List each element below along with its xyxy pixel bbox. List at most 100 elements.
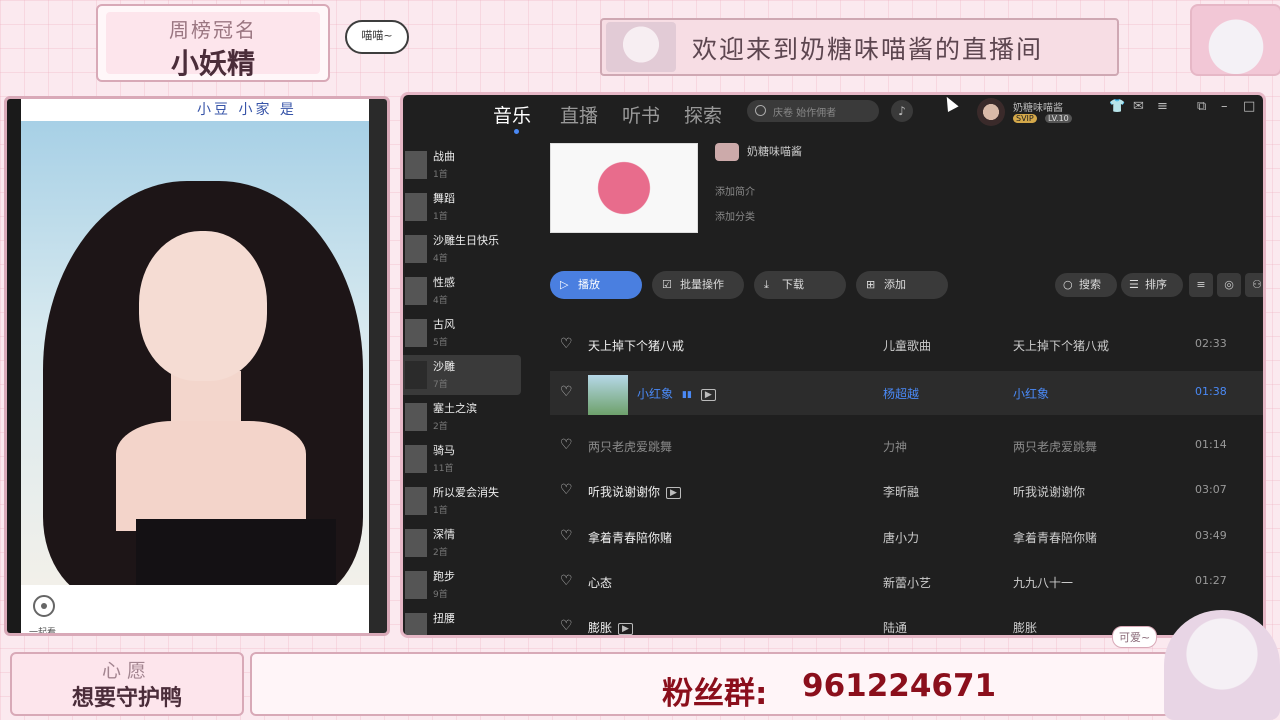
heart-icon[interactable]: ♡ <box>560 336 573 352</box>
song-row[interactable]: ♡ 两只老虎爱跳舞 力神 两只老虎爱跳舞 01:14 <box>550 424 1263 468</box>
weekly-rank-panel: 周榜冠名 小妖精 <box>96 4 330 82</box>
song-album[interactable]: 拿着青春陪你赌 <box>1013 529 1097 546</box>
tab-live[interactable]: 直播 <box>560 101 598 128</box>
mv-icon[interactable]: ▶ <box>666 486 681 499</box>
song-row[interactable]: ♡ 膨胀 ▶ 陆通 膨胀 <box>550 605 1263 635</box>
song-artist[interactable]: 李昕融 <box>883 483 919 500</box>
maximize-icon[interactable]: □ <box>1243 99 1255 114</box>
playlist-count: 1首 <box>433 506 448 516</box>
welcome-banner: 欢迎来到奶糖味喵酱的直播间 <box>600 18 1119 76</box>
search-input[interactable]: 庆卷 始作佣者 <box>747 100 879 122</box>
song-title[interactable]: 听我说谢谢你 ▶ <box>588 483 681 500</box>
song-artist[interactable]: 杨超越 <box>883 385 919 402</box>
song-row[interactable]: ♡ 天上掉下个猪八戒 儿童歌曲 天上掉下个猪八戒 02:33 <box>550 323 1263 367</box>
song-artist[interactable]: 力神 <box>883 438 907 455</box>
search-placeholder: 庆卷 始作佣者 <box>773 108 837 119</box>
song-album[interactable]: 小红象 <box>1013 385 1049 402</box>
microphone-icon[interactable]: ♪ <box>891 100 913 122</box>
add-intro-link[interactable]: 添加简介 <box>715 183 755 198</box>
mv-icon[interactable]: ▶ <box>618 622 633 635</box>
song-title[interactable]: 小红象 ▮▮ ▶ <box>637 385 716 402</box>
song-title[interactable]: 拿着青春陪你赌 <box>588 529 672 546</box>
song-title[interactable]: 天上掉下个猪八戒 <box>588 337 684 354</box>
add-button[interactable]: ⊞ 添加 <box>856 271 948 299</box>
play-button[interactable]: ▷ 播放 <box>550 271 642 299</box>
heart-icon[interactable]: ♡ <box>560 528 573 544</box>
playlist-name: 骑马 <box>433 444 455 457</box>
download-button[interactable]: ⤓ 下载 <box>754 271 846 299</box>
sidebar-playlist-item[interactable]: 扭腰 <box>403 607 543 635</box>
sidebar-playlist-item[interactable]: 战曲 1首 <box>403 145 543 185</box>
song-title[interactable]: 膨胀 ▶ <box>588 619 633 635</box>
rank-name: 小妖精 <box>170 47 255 80</box>
user-avatar[interactable] <box>977 98 1005 126</box>
sidebar-playlist-item[interactable]: 塞土之滨 2首 <box>403 397 543 437</box>
playlist-name: 古风 <box>433 318 455 331</box>
streamer-video <box>21 121 373 601</box>
video-caption: 小豆 小家 是 <box>197 102 297 118</box>
mini-mode-icon[interactable]: ⧉ <box>1197 99 1206 114</box>
shirt-icon[interactable]: 👕 <box>1109 99 1125 114</box>
song-title[interactable]: 心态 <box>588 574 612 591</box>
song-album[interactable]: 九九八十一 <box>1013 574 1073 591</box>
sidebar-playlist-item[interactable]: 沙雕生日快乐 4首 <box>403 229 543 269</box>
heart-icon[interactable]: ♡ <box>560 384 573 400</box>
song-row[interactable]: ♡ 听我说谢谢你 ▶ 李昕融 听我说谢谢你 03:07 <box>550 469 1263 513</box>
song-title-text: 两只老虎爱跳舞 <box>588 440 673 454</box>
sort-button[interactable]: ☰ 排序 <box>1121 273 1183 297</box>
song-row[interactable]: ♡ 心态 新蕾小艺 九九八十一 01:27 <box>550 560 1263 604</box>
sidebar-playlist-item[interactable]: 深情 2首 <box>403 523 543 563</box>
song-album[interactable]: 两只老虎爱跳舞 <box>1013 438 1097 455</box>
sidebar-playlist-item[interactable]: 跑步 9首 <box>403 565 543 605</box>
anime-girl-avatar <box>606 22 676 72</box>
sidebar-playlist-item[interactable]: 沙雕 7首 <box>403 355 521 395</box>
user-filter-icon[interactable]: ⚇ <box>1245 273 1263 297</box>
song-album[interactable]: 听我说谢谢你 <box>1013 483 1085 500</box>
mail-icon[interactable]: ✉ <box>1133 99 1144 114</box>
playlist-cover[interactable] <box>550 143 698 233</box>
playlist-owner[interactable]: 奶糖味喵酱 <box>747 143 802 159</box>
tab-audiobooks[interactable]: 听书 <box>622 101 660 128</box>
minimize-icon[interactable]: – <box>1221 99 1228 114</box>
heart-icon[interactable]: ♡ <box>560 437 573 453</box>
song-album[interactable]: 膨胀 <box>1013 619 1037 635</box>
tab-explore[interactable]: 探索 <box>684 101 722 128</box>
heart-icon[interactable]: ♡ <box>560 573 573 589</box>
owner-avatar[interactable] <box>715 143 739 161</box>
playlist-name: 跑步 <box>433 570 455 583</box>
watch-together-label[interactable]: 一起看 <box>29 625 56 633</box>
video-edge-left <box>7 99 21 633</box>
mv-icon[interactable]: ▶ <box>700 388 716 401</box>
playlist-sidebar: 战曲 1首 舞蹈 1首 沙雕生日快乐 4首 性感 4首 古风 5首 沙雕 7首 塞土之滨 2首 骑马 11首所… <box>403 145 543 635</box>
song-row[interactable]: ♡ 小红象 ▮▮ ▶ 杨超越 小红象 01:38 <box>550 371 1263 415</box>
locate-icon[interactable]: ◎ <box>1217 273 1241 297</box>
song-album[interactable]: 天上掉下个猪八戒 <box>1013 337 1109 354</box>
song-artist[interactable]: 陆通 <box>883 619 907 635</box>
heart-icon[interactable]: ♡ <box>560 618 573 634</box>
song-row[interactable]: ♡ 拿着青春陪你赌 唐小力 拿着青春陪你赌 03:49 <box>550 515 1263 559</box>
song-artist[interactable]: 唐小力 <box>883 529 919 546</box>
list-search-button[interactable]: ○ 搜索 <box>1055 273 1117 297</box>
song-artist[interactable]: 新蕾小艺 <box>883 574 931 591</box>
song-artist[interactable]: 儿童歌曲 <box>883 337 931 354</box>
sidebar-playlist-item[interactable]: 性感 4首 <box>403 271 543 311</box>
search-icon: ○ <box>1063 278 1073 291</box>
fan-group-panel: 粉丝群: 961224671 <box>250 652 1170 716</box>
song-title[interactable]: 两只老虎爱跳舞 <box>588 438 672 455</box>
sidebar-playlist-item[interactable]: 舞蹈 1首 <box>403 187 543 227</box>
add-category-link[interactable]: 添加分类 <box>715 208 755 223</box>
sidebar-playlist-item[interactable]: 古风 5首 <box>403 313 543 353</box>
menu-icon[interactable]: ≡ <box>1157 99 1168 114</box>
heart-icon[interactable]: ♡ <box>560 482 573 498</box>
playlist-name: 性感 <box>433 276 455 289</box>
sidebar-playlist-item[interactable]: 所以爱会消失 1首 <box>403 481 543 521</box>
sidebar-playlist-item[interactable]: 骑马 11首 <box>403 439 543 479</box>
user-name[interactable]: 奶糖味喵酱 <box>1013 99 1063 114</box>
film-reel-icon[interactable] <box>33 595 55 617</box>
list-view-icon[interactable]: ≡ <box>1189 273 1213 297</box>
streamer-shoulders <box>116 421 306 531</box>
song-duration: 02:33 <box>1195 337 1227 350</box>
tab-music[interactable]: 音乐 <box>493 101 531 128</box>
playlist-name: 所以爱会消失 <box>433 486 499 499</box>
batch-button[interactable]: ☑ 批量操作 <box>652 271 744 299</box>
